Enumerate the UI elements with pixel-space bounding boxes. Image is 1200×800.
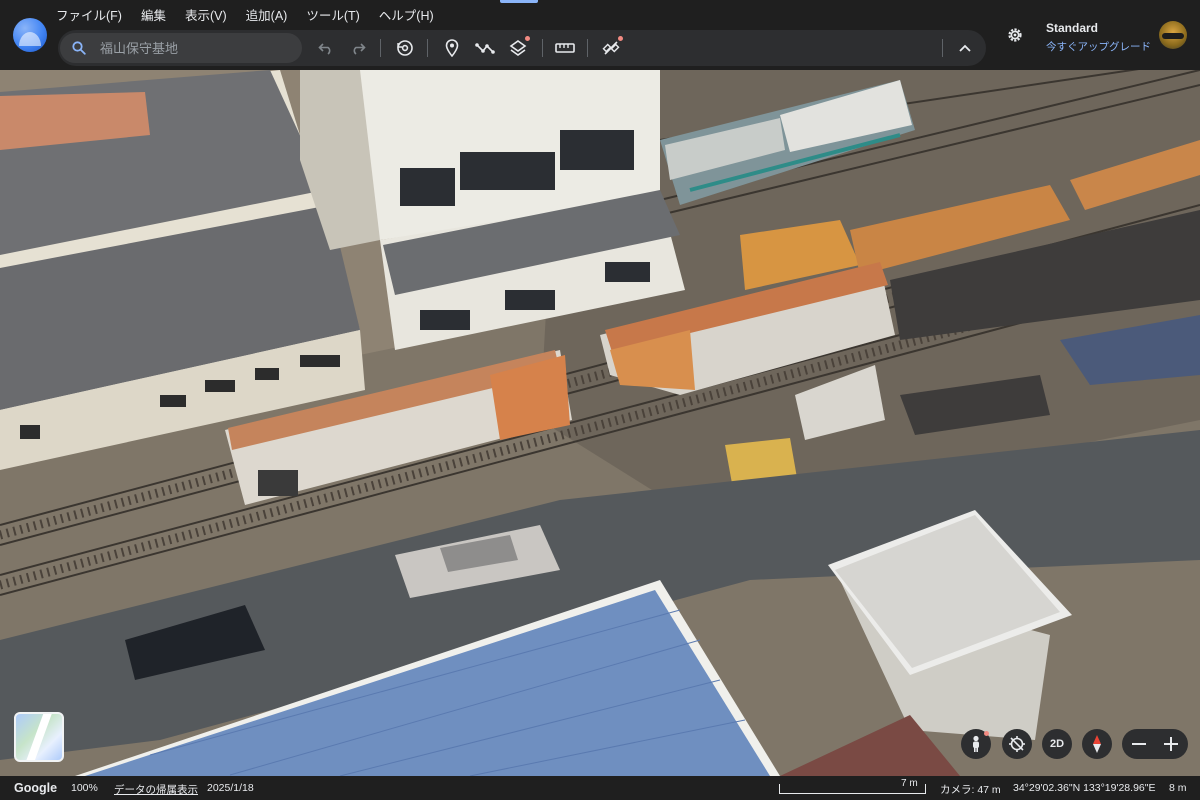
path-button[interactable] <box>475 38 495 58</box>
menu-add[interactable]: 追加(A) <box>246 5 288 23</box>
upgrade-link[interactable]: 今すぐアップグレード <box>1046 39 1151 54</box>
coordinates: 34°29'02.36"N 133°19'28.96"E <box>1013 782 1156 794</box>
google-earth-logo-icon[interactable] <box>13 18 47 52</box>
view-mode-2d-button[interactable]: 2D <box>1042 729 1072 759</box>
notification-dot <box>525 36 530 41</box>
zoom-out-button[interactable] <box>1124 731 1154 757</box>
notification-dot <box>984 731 989 736</box>
reset-tilt-button[interactable] <box>1002 729 1032 759</box>
minimap-thumbnail[interactable] <box>14 712 64 762</box>
account-plan: Standard <box>1046 21 1099 35</box>
search-box[interactable] <box>60 33 302 63</box>
redo-button[interactable] <box>348 38 368 58</box>
zoom-level: 100% <box>71 782 98 794</box>
search-input[interactable] <box>100 37 290 59</box>
history-button[interactable] <box>395 38 415 58</box>
search-icon <box>72 41 86 55</box>
elevation: 8 m <box>1169 782 1187 794</box>
imagery-date: 2025/1/18 <box>207 782 254 794</box>
undo-icon <box>318 43 331 55</box>
chevron-up-icon <box>959 44 971 52</box>
placemark-icon <box>445 39 459 57</box>
toolbar-divider <box>942 39 943 57</box>
zoom-control <box>1122 729 1188 759</box>
menu-file[interactable]: ファイル(F) <box>56 5 122 23</box>
ruler-button[interactable] <box>555 38 575 58</box>
compass-button[interactable] <box>1082 729 1112 759</box>
redo-icon <box>353 43 366 55</box>
status-bar: Google 100% データの帰属表示 2025/1/18 7 m カメラ: … <box>0 776 1200 800</box>
menu-view[interactable]: 表示(V) <box>185 5 227 23</box>
satellite-icon <box>602 41 620 55</box>
main-toolbar <box>58 30 986 66</box>
menu-help[interactable]: ヘルプ(H) <box>379 5 434 23</box>
view-mode-label: 2D <box>1049 738 1065 750</box>
path-icon <box>475 43 495 54</box>
menu-bar: ファイル(F) 編集 表示(V) 追加(A) ツール(T) ヘルプ(H) <box>56 5 434 23</box>
history-icon <box>397 40 413 56</box>
google-wordmark: Google <box>14 781 58 795</box>
ruler-icon <box>555 43 575 53</box>
map-view[interactable] <box>0 0 1200 800</box>
active-tab-indicator <box>500 0 538 3</box>
street-view-button[interactable] <box>961 729 991 759</box>
collapse-toolbar-button[interactable] <box>955 38 975 58</box>
toolbar-divider <box>587 39 588 57</box>
attribution-link[interactable]: データの帰属表示 <box>114 782 198 797</box>
scale-bar <box>779 784 926 794</box>
compass-icon <box>1093 735 1101 753</box>
satellite-button[interactable] <box>601 36 623 58</box>
toolbar-divider <box>542 39 543 57</box>
notification-dot <box>618 36 623 41</box>
zoom-in-button[interactable] <box>1156 731 1186 757</box>
layers-icon <box>509 40 527 56</box>
plus-icon <box>1164 737 1178 751</box>
menu-tools[interactable]: ツール(T) <box>306 5 359 23</box>
undo-button[interactable] <box>316 38 336 58</box>
tilt-off-icon <box>1009 736 1025 752</box>
pegman-icon <box>973 735 979 752</box>
settings-gear-icon[interactable] <box>1005 25 1025 45</box>
layers-button[interactable] <box>508 36 530 58</box>
camera-altitude: カメラ: 47 m <box>940 784 1001 796</box>
placemark-button[interactable] <box>442 38 462 58</box>
top-bar: ファイル(F) 編集 表示(V) 追加(A) ツール(T) ヘルプ(H) 福山保… <box>0 0 1200 70</box>
toolbar-divider <box>380 39 381 57</box>
avatar[interactable] <box>1159 21 1187 49</box>
toolbar-divider <box>427 39 428 57</box>
minus-icon <box>1132 743 1146 745</box>
menu-edit[interactable]: 編集 <box>141 5 166 23</box>
